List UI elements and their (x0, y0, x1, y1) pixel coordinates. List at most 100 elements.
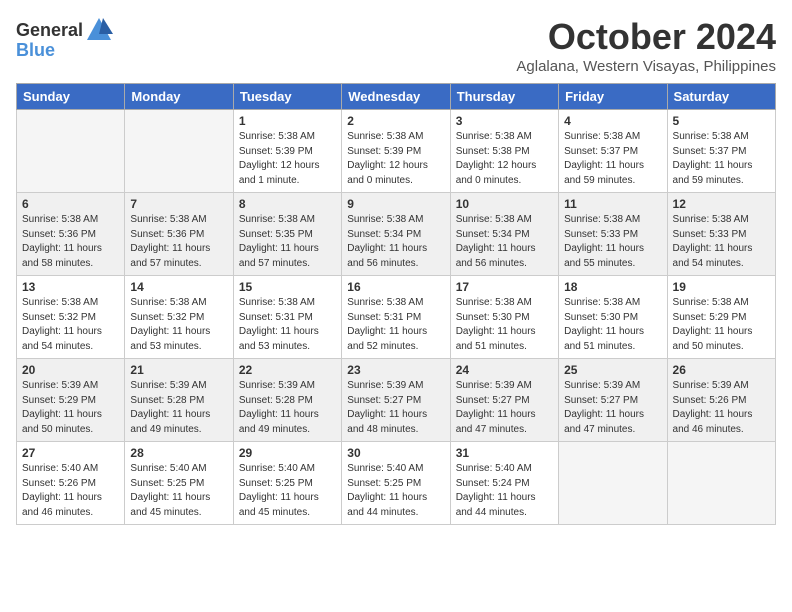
weekday-header-monday: Monday (125, 84, 233, 110)
cell-info: Sunrise: 5:39 AM Sunset: 5:27 PM Dayligh… (564, 379, 661, 437)
cell-info: Sunrise: 5:40 AM Sunset: 5:26 PM Dayligh… (22, 462, 119, 520)
calendar-cell: 16 Sunrise: 5:38 AM Sunset: 5:31 PM Dayli… (342, 276, 450, 359)
calendar-cell: 3Sunrise: 5:38 AM Sunset: 5:38 PM Daylig… (450, 110, 558, 193)
header: General Blue October 2024 Aglalana, West… (16, 16, 776, 75)
cell-info: Sunrise: 5:38 AM Sunset: 5:30 PM Dayligh… (564, 296, 661, 354)
calendar-cell: 2 Sunrise: 5:38 AM Sunset: 5:39 PM Daylig… (342, 110, 450, 193)
calendar-cell: 23 Sunrise: 5:39 AM Sunset: 5:27 PM Dayli… (342, 359, 450, 442)
day-number: 1 (239, 114, 336, 128)
day-number: 15 (239, 280, 336, 294)
day-number: 27 (22, 446, 119, 460)
day-number: 29 (239, 446, 336, 460)
cell-info: Sunrise: 5:39 AM Sunset: 5:27 PM Dayligh… (456, 379, 553, 437)
calendar-cell (667, 442, 775, 525)
day-number: 5 (673, 114, 770, 128)
calendar-cell: 15 Sunrise: 5:38 AM Sunset: 5:31 PM Dayli… (233, 276, 341, 359)
weekday-header-saturday: Saturday (667, 84, 775, 110)
calendar-cell: 10 Sunrise: 5:38 AM Sunset: 5:34 PM Dayli… (450, 193, 558, 276)
calendar-cell (125, 110, 233, 193)
cell-info: Sunrise: 5:38 AM Sunset: 5:35 PM Dayligh… (239, 213, 336, 271)
weekday-header-wednesday: Wednesday (342, 84, 450, 110)
cell-info: Sunrise: 5:39 AM Sunset: 5:27 PM Dayligh… (347, 379, 444, 437)
calendar-cell: 19Sunrise: 5:38 AM Sunset: 5:29 PM Dayli… (667, 276, 775, 359)
weekday-header-thursday: Thursday (450, 84, 558, 110)
calendar-cell: 27 Sunrise: 5:40 AM Sunset: 5:26 PM Dayli… (17, 442, 125, 525)
day-number: 31 (456, 446, 553, 460)
day-number: 23 (347, 363, 444, 377)
calendar-table: SundayMondayTuesdayWednesdayThursdayFrid… (16, 83, 776, 525)
day-number: 14 (130, 280, 227, 294)
cell-info: Sunrise: 5:38 AM Sunset: 5:33 PM Dayligh… (673, 213, 770, 271)
cell-info: Sunrise: 5:38 AM Sunset: 5:29 PM Dayligh… (673, 296, 770, 354)
calendar-cell: 25 Sunrise: 5:39 AM Sunset: 5:27 PM Dayli… (559, 359, 667, 442)
cell-info: Sunrise: 5:38 AM Sunset: 5:39 PM Dayligh… (239, 130, 336, 188)
calendar-week-row: 6 Sunrise: 5:38 AM Sunset: 5:36 PM Daylig… (17, 193, 776, 276)
cell-info: Sunrise: 5:38 AM Sunset: 5:36 PM Dayligh… (130, 213, 227, 271)
logo-blue-text: Blue (16, 40, 55, 61)
cell-info: Sunrise: 5:38 AM Sunset: 5:30 PM Dayligh… (456, 296, 553, 354)
calendar-cell: 17 Sunrise: 5:38 AM Sunset: 5:30 PM Dayli… (450, 276, 558, 359)
calendar-week-row: 13Sunrise: 5:38 AM Sunset: 5:32 PM Dayli… (17, 276, 776, 359)
cell-info: Sunrise: 5:38 AM Sunset: 5:32 PM Dayligh… (130, 296, 227, 354)
calendar-cell: 28Sunrise: 5:40 AM Sunset: 5:25 PM Dayli… (125, 442, 233, 525)
day-number: 10 (456, 197, 553, 211)
cell-info: Sunrise: 5:38 AM Sunset: 5:37 PM Dayligh… (673, 130, 770, 188)
day-number: 20 (22, 363, 119, 377)
calendar-cell: 11 Sunrise: 5:38 AM Sunset: 5:33 PM Dayli… (559, 193, 667, 276)
day-number: 2 (347, 114, 444, 128)
day-number: 6 (22, 197, 119, 211)
day-number: 26 (673, 363, 770, 377)
calendar-cell: 13Sunrise: 5:38 AM Sunset: 5:32 PM Dayli… (17, 276, 125, 359)
day-number: 7 (130, 197, 227, 211)
day-number: 25 (564, 363, 661, 377)
day-number: 22 (239, 363, 336, 377)
calendar-cell: 30 Sunrise: 5:40 AM Sunset: 5:25 PM Dayli… (342, 442, 450, 525)
day-number: 3 (456, 114, 553, 128)
cell-info: Sunrise: 5:38 AM Sunset: 5:36 PM Dayligh… (22, 213, 119, 271)
cell-info: Sunrise: 5:38 AM Sunset: 5:31 PM Dayligh… (239, 296, 336, 354)
day-number: 21 (130, 363, 227, 377)
cell-info: Sunrise: 5:38 AM Sunset: 5:33 PM Dayligh… (564, 213, 661, 271)
cell-info: Sunrise: 5:39 AM Sunset: 5:26 PM Dayligh… (673, 379, 770, 437)
calendar-week-row: 27 Sunrise: 5:40 AM Sunset: 5:26 PM Dayli… (17, 442, 776, 525)
cell-info: Sunrise: 5:38 AM Sunset: 5:39 PM Dayligh… (347, 130, 444, 188)
calendar-cell: 8 Sunrise: 5:38 AM Sunset: 5:35 PM Daylig… (233, 193, 341, 276)
calendar-cell: 5 Sunrise: 5:38 AM Sunset: 5:37 PM Daylig… (667, 110, 775, 193)
calendar-cell (559, 442, 667, 525)
calendar-week-row: 20 Sunrise: 5:39 AM Sunset: 5:29 PM Dayli… (17, 359, 776, 442)
day-number: 17 (456, 280, 553, 294)
calendar-cell: 26 Sunrise: 5:39 AM Sunset: 5:26 PM Dayli… (667, 359, 775, 442)
calendar-cell: 6 Sunrise: 5:38 AM Sunset: 5:36 PM Daylig… (17, 193, 125, 276)
day-number: 8 (239, 197, 336, 211)
calendar-cell (17, 110, 125, 193)
cell-info: Sunrise: 5:38 AM Sunset: 5:31 PM Dayligh… (347, 296, 444, 354)
calendar-cell: 21 Sunrise: 5:39 AM Sunset: 5:28 PM Dayli… (125, 359, 233, 442)
cell-info: Sunrise: 5:40 AM Sunset: 5:25 PM Dayligh… (347, 462, 444, 520)
logo-general-text: General (16, 20, 83, 41)
cell-info: Sunrise: 5:39 AM Sunset: 5:28 PM Dayligh… (130, 379, 227, 437)
day-number: 30 (347, 446, 444, 460)
logo: General Blue (16, 16, 113, 61)
cell-info: Sunrise: 5:39 AM Sunset: 5:29 PM Dayligh… (22, 379, 119, 437)
day-number: 4 (564, 114, 661, 128)
calendar-cell: 14 Sunrise: 5:38 AM Sunset: 5:32 PM Dayli… (125, 276, 233, 359)
cell-info: Sunrise: 5:38 AM Sunset: 5:32 PM Dayligh… (22, 296, 119, 354)
day-number: 16 (347, 280, 444, 294)
weekday-header-tuesday: Tuesday (233, 84, 341, 110)
calendar-cell: 1 Sunrise: 5:38 AM Sunset: 5:39 PM Daylig… (233, 110, 341, 193)
location-title: Aglalana, Western Visayas, Philippines (516, 58, 776, 75)
cell-info: Sunrise: 5:38 AM Sunset: 5:34 PM Dayligh… (456, 213, 553, 271)
cell-info: Sunrise: 5:38 AM Sunset: 5:37 PM Dayligh… (564, 130, 661, 188)
calendar-cell: 24Sunrise: 5:39 AM Sunset: 5:27 PM Dayli… (450, 359, 558, 442)
calendar-cell: 7 Sunrise: 5:38 AM Sunset: 5:36 PM Daylig… (125, 193, 233, 276)
calendar-week-row: 1 Sunrise: 5:38 AM Sunset: 5:39 PM Daylig… (17, 110, 776, 193)
weekday-header-sunday: Sunday (17, 84, 125, 110)
day-number: 11 (564, 197, 661, 211)
weekday-header-friday: Friday (559, 84, 667, 110)
calendar-cell: 9Sunrise: 5:38 AM Sunset: 5:34 PM Daylig… (342, 193, 450, 276)
month-title: October 2024 (516, 16, 776, 58)
calendar-cell: 20 Sunrise: 5:39 AM Sunset: 5:29 PM Dayli… (17, 359, 125, 442)
title-area: October 2024 Aglalana, Western Visayas, … (516, 16, 776, 75)
cell-info: Sunrise: 5:40 AM Sunset: 5:24 PM Dayligh… (456, 462, 553, 520)
day-number: 28 (130, 446, 227, 460)
